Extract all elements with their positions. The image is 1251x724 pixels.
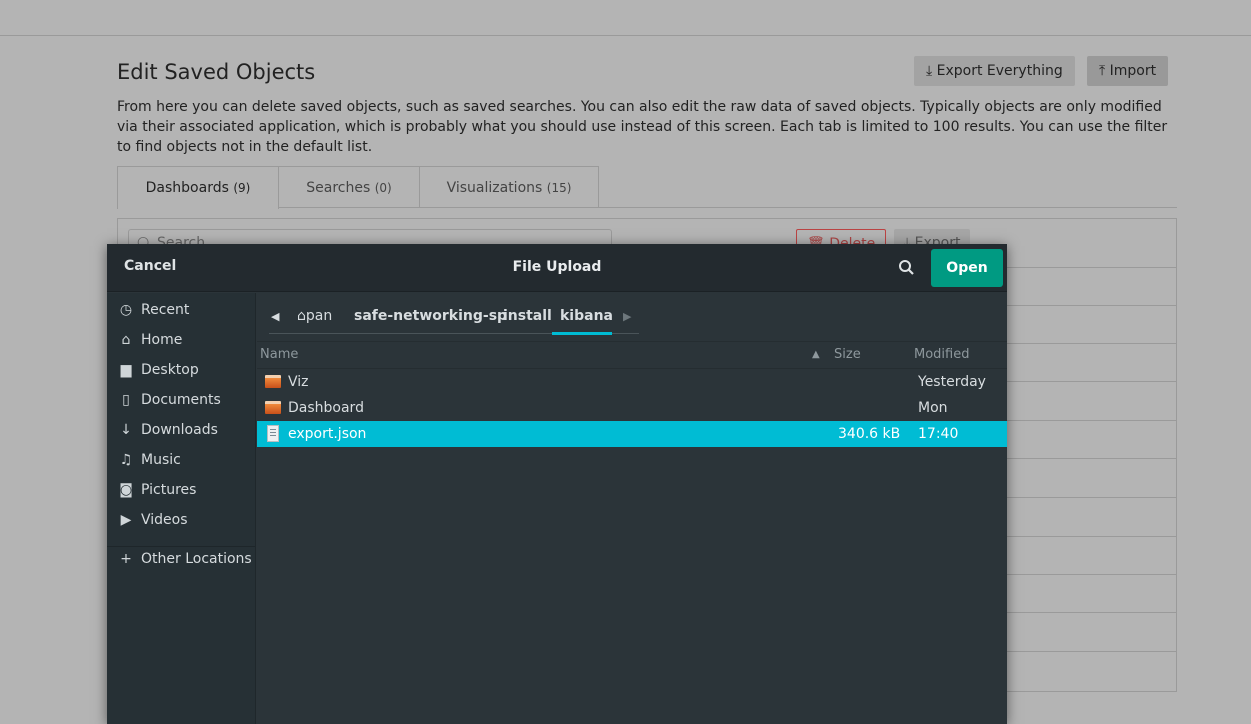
- dialog-header: Cancel File Upload Open: [107, 244, 1007, 292]
- tab-label: Searches: [306, 180, 371, 196]
- sidebar-item-label: Pictures: [141, 482, 197, 498]
- file-name: export.json: [288, 426, 367, 442]
- sidebar-item-desktop[interactable]: ▆ Desktop: [107, 355, 255, 385]
- chevron-left-icon[interactable]: ◀: [271, 310, 279, 323]
- file-row[interactable]: Dashboard Mon: [257, 395, 1007, 421]
- sidebar-item-label: Videos: [141, 512, 188, 528]
- import-label: Import: [1109, 63, 1157, 79]
- tab-label: Visualizations: [446, 180, 543, 196]
- search-icon[interactable]: [897, 258, 917, 278]
- document-icon: ▯: [122, 392, 130, 408]
- folder-icon: [265, 401, 281, 414]
- file-list-header: Name ▲ Size Modified: [257, 341, 1007, 369]
- page-description: From here you can delete saved objects, …: [117, 99, 1168, 155]
- chevron-right-icon[interactable]: ▶: [623, 310, 631, 323]
- tab-count: (9): [233, 181, 251, 195]
- dialog-title: File Upload: [512, 259, 602, 275]
- sidebar-item-other-locations[interactable]: + Other Locations: [107, 544, 255, 574]
- file-modified: Yesterday: [918, 374, 986, 390]
- tab-searches[interactable]: Searches (0): [278, 166, 420, 208]
- file-name: Dashboard: [288, 400, 364, 416]
- export-everything-button[interactable]: ⤓ Export Everything: [914, 56, 1075, 86]
- breadcrumb-install[interactable]: install: [503, 308, 552, 324]
- tab-count: (15): [546, 181, 572, 195]
- sidebar-item-label: Downloads: [141, 422, 218, 438]
- sidebar-item-home[interactable]: ⌂ Home: [107, 325, 255, 355]
- breadcrumb-kibana[interactable]: kibana: [560, 308, 613, 324]
- camera-icon: ◙: [119, 482, 133, 498]
- breadcrumb-label: pan: [305, 308, 333, 324]
- tab-label: Dashboards: [145, 180, 229, 196]
- sidebar-item-label: Home: [141, 332, 183, 348]
- file-upload-dialog: Cancel File Upload Open ◷ Recent ⌂ Home ▆ D…: [107, 244, 1007, 724]
- breadcrumb-safe-networking-sp[interactable]: safe-networking-sp: [354, 308, 507, 324]
- sidebar-item-label: Documents: [141, 392, 221, 408]
- tab-dashboards[interactable]: Dashboards (9): [117, 166, 279, 209]
- sidebar-item-label: Music: [141, 452, 181, 468]
- clock-icon: ◷: [119, 302, 133, 318]
- current-path-indicator: [552, 332, 612, 335]
- file-size: 340.6 kB: [838, 426, 901, 442]
- sidebar-item-music[interactable]: ♫ Music: [107, 445, 255, 475]
- sidebar-item-label: Recent: [141, 302, 190, 318]
- breadcrumb-pan[interactable]: ⌂pan: [297, 308, 332, 324]
- sidebar-item-documents[interactable]: ▯ Documents: [107, 385, 255, 415]
- download-icon: ↓: [120, 422, 132, 438]
- sidebar-item-recent[interactable]: ◷ Recent: [107, 295, 255, 325]
- sidebar-item-downloads[interactable]: ↓ Downloads: [107, 415, 255, 445]
- path-bar: ◀ ⌂pan safe-networking-sp install kibana…: [257, 293, 1007, 341]
- plus-icon: +: [120, 551, 132, 567]
- open-button[interactable]: Open: [931, 249, 1003, 287]
- file-row[interactable]: Viz Yesterday: [257, 369, 1007, 395]
- cancel-button[interactable]: Cancel: [124, 258, 176, 274]
- top-bar: [0, 0, 1251, 36]
- home-icon: ⌂: [297, 308, 306, 324]
- file-modified: Mon: [918, 400, 948, 416]
- file-modified: 17:40: [918, 426, 959, 442]
- column-name[interactable]: Name: [260, 342, 298, 368]
- sidebar-item-pictures[interactable]: ◙ Pictures: [107, 475, 255, 505]
- import-button[interactable]: ⤒ Import: [1087, 56, 1169, 86]
- column-modified[interactable]: Modified: [914, 342, 969, 368]
- page-title: Edit Saved Objects: [117, 60, 316, 84]
- video-icon: ▶: [120, 512, 132, 528]
- folder-icon: ▆: [120, 362, 132, 378]
- column-size[interactable]: Size: [834, 342, 861, 368]
- folder-icon: [265, 375, 281, 388]
- export-everything-label: Export Everything: [936, 63, 1063, 79]
- music-icon: ♫: [119, 452, 133, 468]
- file-row-selected[interactable]: export.json 340.6 kB 17:40: [257, 421, 1007, 447]
- tab-count: (0): [374, 181, 392, 195]
- text-file-icon: [267, 425, 279, 442]
- sort-ascending-icon: ▲: [812, 349, 820, 360]
- sidebar-item-videos[interactable]: ▶ Videos: [107, 505, 255, 535]
- sidebar-item-label: Other Locations: [141, 551, 252, 567]
- home-icon: ⌂: [121, 332, 131, 348]
- tabs: Dashboards (9) Searches (0) Visualizatio…: [117, 166, 1177, 209]
- file-name: Viz: [288, 374, 309, 390]
- sidebar-item-label: Desktop: [141, 362, 199, 378]
- tab-visualizations[interactable]: Visualizations (15): [419, 166, 599, 208]
- places-sidebar: ◷ Recent ⌂ Home ▆ Desktop ▯ Documents ↓ Downl…: [107, 293, 256, 724]
